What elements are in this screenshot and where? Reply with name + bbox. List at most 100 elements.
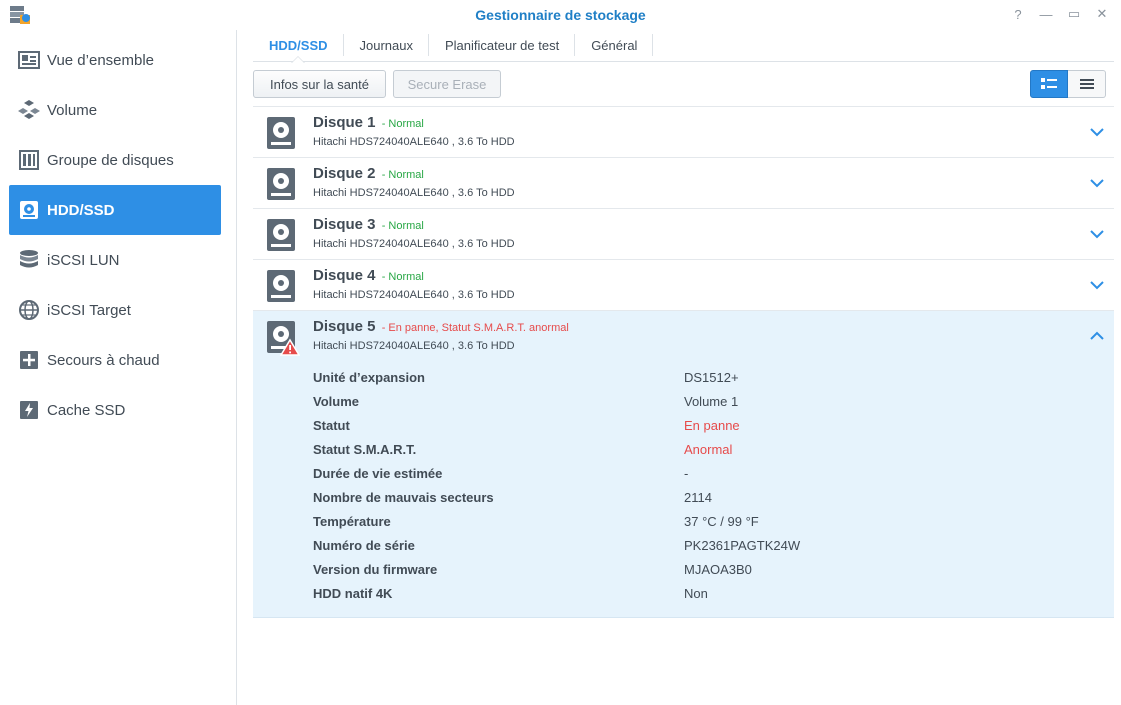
help-button[interactable]: ? xyxy=(1009,5,1027,23)
sidebar-item-overview[interactable]: Vue d’ensemble xyxy=(9,35,221,85)
detail-list-icon xyxy=(1041,78,1057,89)
detail-key: Volume xyxy=(313,393,359,409)
tab-general[interactable]: Général xyxy=(575,30,654,62)
disk-status: - Normal xyxy=(381,118,424,130)
title-bar: Gestionnaire de stockage ? — ▭ ✕ xyxy=(0,0,1121,30)
window-title: Gestionnaire de stockage xyxy=(475,7,646,23)
disk-list: Disque 1 - Normal Hitachi HDS724040ALE64… xyxy=(253,106,1114,618)
detail-row: Numéro de série PK2361PAGTK24W xyxy=(313,533,1093,557)
disk-row-2[interactable]: Disque 2 - Normal Hitachi HDS724040ALE64… xyxy=(253,158,1114,209)
tab-label: Général xyxy=(591,38,638,53)
detail-key: Version du firmware xyxy=(313,561,438,577)
tab-label: Journaux xyxy=(359,38,413,53)
detail-row: Unité d’expansion DS1512+ xyxy=(313,365,1093,389)
sidebar-item-label: Vue d’ensemble xyxy=(47,51,155,69)
detail-value: Non xyxy=(684,585,708,601)
disk-row-5[interactable]: Disque 5 - En panne, Statut S.M.A.R.T. a… xyxy=(253,311,1114,618)
hdd-icon xyxy=(18,199,40,221)
detail-key: HDD natif 4K xyxy=(313,585,393,601)
view-toggle xyxy=(1030,70,1106,98)
chevron-up-icon[interactable] xyxy=(1090,329,1104,343)
detail-value: DS1512+ xyxy=(684,369,739,385)
sidebar-item-label: Cache SSD xyxy=(47,401,126,419)
chevron-down-icon[interactable] xyxy=(1090,125,1104,139)
hot-spare-icon xyxy=(18,349,40,371)
chevron-down-icon[interactable] xyxy=(1090,176,1104,190)
detail-row: Nombre de mauvais secteurs 2114 xyxy=(313,485,1093,509)
detail-key: Statut xyxy=(313,417,350,433)
sidebar-item-iscsi-target[interactable]: iSCSI Target xyxy=(9,285,221,335)
disk-status: - Normal xyxy=(381,169,424,181)
detail-row: Version du firmware MJAOA3B0 xyxy=(313,557,1093,581)
detail-key: Température xyxy=(313,513,391,529)
hdd-icon xyxy=(267,117,295,149)
sidebar-item-hdd-ssd[interactable]: HDD/SSD xyxy=(9,185,221,235)
active-tab-caret-icon xyxy=(291,55,306,63)
tab-logs[interactable]: Journaux xyxy=(344,30,430,62)
hdd-icon xyxy=(267,168,295,200)
tab-bar: HDD/SSD Journaux Planificateur de test G… xyxy=(253,30,1114,63)
secure-erase-button[interactable]: Secure Erase xyxy=(393,70,501,98)
minimize-button[interactable]: — xyxy=(1037,5,1055,23)
toolbar: Infos sur la santé Secure Erase xyxy=(253,70,1114,98)
list-icon xyxy=(1079,79,1094,89)
detail-value: Volume 1 xyxy=(684,393,739,409)
iscsi-lun-icon xyxy=(18,249,40,271)
sidebar-item-iscsi-lun[interactable]: iSCSI LUN xyxy=(9,235,221,285)
sidebar-item-ssd-cache[interactable]: Cache SSD xyxy=(9,385,221,435)
health-info-button[interactable]: Infos sur la santé xyxy=(253,70,386,98)
chevron-down-icon[interactable] xyxy=(1090,278,1104,292)
sidebar-item-label: iSCSI LUN xyxy=(47,251,120,269)
maximize-button[interactable]: ▭ xyxy=(1065,5,1083,23)
disk-row-4[interactable]: Disque 4 - Normal Hitachi HDS724040ALE64… xyxy=(253,260,1114,311)
disk-row-1[interactable]: Disque 1 - Normal Hitachi HDS724040ALE64… xyxy=(253,107,1114,158)
detail-view-button[interactable] xyxy=(1030,70,1068,98)
disk-name: Disque 4 xyxy=(313,267,376,284)
tab-test-scheduler[interactable]: Planificateur de test xyxy=(429,30,576,62)
ssd-cache-icon xyxy=(18,399,40,421)
disk-model: Hitachi HDS724040ALE640 , 3.6 To HDD xyxy=(313,340,515,352)
sidebar: Vue d’ensemble Volume Groupe de disques … xyxy=(0,30,237,705)
detail-value: - xyxy=(684,465,689,481)
disk-status: - En panne, Statut S.M.A.R.T. anormal xyxy=(381,322,569,334)
sidebar-item-disk-group[interactable]: Groupe de disques xyxy=(9,135,221,185)
chevron-down-icon[interactable] xyxy=(1090,227,1104,241)
hdd-warning-icon xyxy=(267,321,300,356)
disk-name: Disque 5 xyxy=(313,318,376,335)
disk-details: Unité d’expansion DS1512+ Volume Volume 1 … xyxy=(313,365,1093,605)
sidebar-item-volume[interactable]: Volume xyxy=(9,85,221,135)
sidebar-item-label: Groupe de disques xyxy=(47,151,174,169)
detail-row: Volume Volume 1 xyxy=(313,389,1093,413)
detail-key: Statut S.M.A.R.T. xyxy=(313,441,417,457)
detail-row: Statut S.M.A.R.T. Anormal xyxy=(313,437,1093,461)
disk-model: Hitachi HDS724040ALE640 , 3.6 To HDD xyxy=(313,187,515,199)
detail-key: Nombre de mauvais secteurs xyxy=(313,489,494,505)
globe-icon xyxy=(18,299,40,321)
sidebar-item-label: HDD/SSD xyxy=(47,201,115,219)
detail-value: MJAOA3B0 xyxy=(684,561,752,577)
list-view-button[interactable] xyxy=(1068,70,1106,98)
sidebar-item-label: Volume xyxy=(47,101,98,119)
disk-row-3[interactable]: Disque 3 - Normal Hitachi HDS724040ALE64… xyxy=(253,209,1114,260)
detail-row: Température 37 °C / 99 °F xyxy=(313,509,1093,533)
volume-icon xyxy=(18,99,40,121)
disk-model: Hitachi HDS724040ALE640 , 3.6 To HDD xyxy=(313,238,515,250)
disk-name: Disque 1 xyxy=(313,114,376,131)
disk-status: - Normal xyxy=(381,271,424,283)
detail-value: 2114 xyxy=(684,489,712,505)
hdd-icon xyxy=(267,270,295,302)
close-button[interactable]: ✕ xyxy=(1093,5,1111,23)
disk-group-icon xyxy=(18,149,40,171)
tab-hdd-ssd[interactable]: HDD/SSD xyxy=(253,30,344,63)
detail-key: Durée de vie estimée xyxy=(313,465,443,481)
tab-label: HDD/SSD xyxy=(269,38,328,53)
detail-key: Unité d’expansion xyxy=(313,369,425,385)
sidebar-item-hot-spare[interactable]: Secours à chaud xyxy=(9,335,221,385)
tab-label: Planificateur de test xyxy=(445,38,560,53)
sidebar-item-label: iSCSI Target xyxy=(47,301,131,319)
disk-name: Disque 3 xyxy=(313,216,376,233)
disk-model: Hitachi HDS724040ALE640 , 3.6 To HDD xyxy=(313,289,515,301)
detail-row: HDD natif 4K Non xyxy=(313,581,1093,605)
detail-row: Statut En panne xyxy=(313,413,1093,437)
disk-name: Disque 2 xyxy=(313,165,376,182)
